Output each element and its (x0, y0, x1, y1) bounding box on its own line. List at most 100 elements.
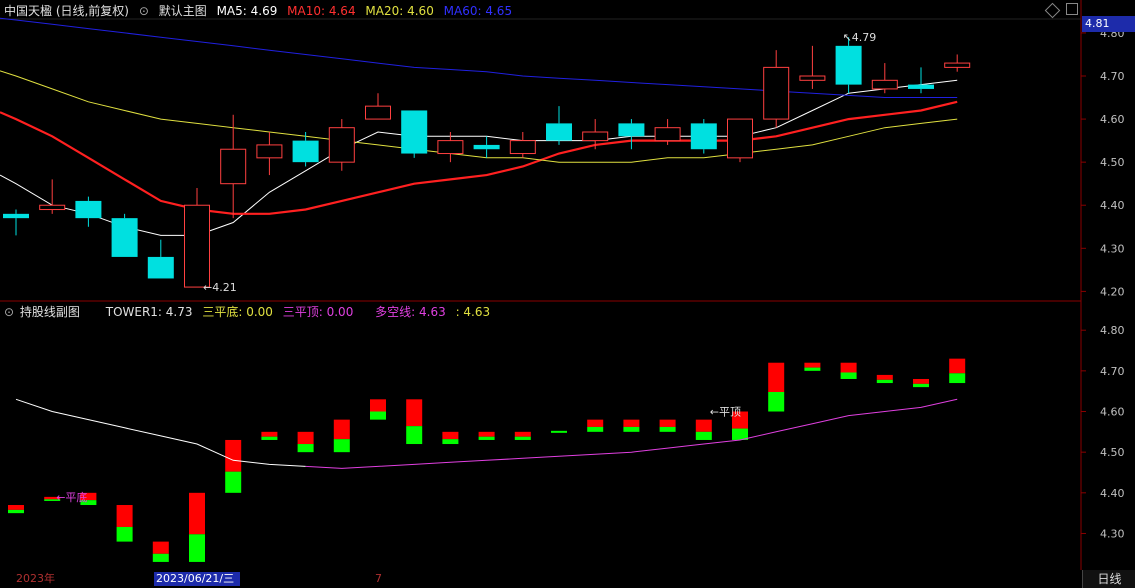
candle-body (727, 118, 753, 159)
y-tick-label: 4.30 (1100, 242, 1125, 255)
pingding-annotation: ←平顶 (710, 406, 741, 419)
tower-bar-lower (116, 526, 133, 542)
tower-bar-upper (876, 374, 893, 380)
chevron-down-icon[interactable]: ⊙ (139, 4, 149, 18)
ma-line-ma10 (0, 100, 958, 215)
ma-line-ma60 (0, 17, 958, 98)
tower-bar-lower (587, 426, 604, 432)
period-tab-daily[interactable]: 日线 (1082, 570, 1135, 588)
pingdi-annotation: ←平底 (56, 490, 87, 504)
tower-bar-lower (225, 471, 242, 493)
ma20-value: MA20: 4.60 (365, 4, 434, 18)
chart-canvas: ↖4.79 ←4.21 ←平顶 ←平底 4.80 4.70 4.60 4.50 4.40 4.… (0, 0, 1125, 588)
tower-bar-upper (804, 362, 821, 368)
last-value: : 4.63 (455, 305, 491, 319)
y-tick-label: 4.80 (1100, 324, 1125, 337)
tower-bar-lower (333, 439, 350, 453)
candle-body (184, 204, 210, 288)
duokongxian-value: 多空线: 4.63 (375, 305, 446, 319)
candle-body (654, 127, 681, 142)
tower-bar-upper (949, 358, 966, 374)
tower-bar-upper (695, 419, 712, 432)
candle-body (147, 256, 174, 279)
tower-bar-lower (478, 436, 495, 440)
candle-body (75, 200, 102, 219)
candle-body (763, 66, 790, 120)
tower-bar-lower (442, 439, 459, 445)
low-price-annotation: ←4.21 (203, 281, 237, 294)
tower-bar (551, 430, 567, 433)
tower-bar-lower (804, 367, 821, 371)
tower-bar-upper (297, 431, 314, 445)
indicator-name[interactable]: 默认主图 (159, 4, 207, 18)
holding-line-subchart[interactable]: ←平顶 ←平底 (8, 358, 966, 562)
ma60-value: MA60: 4.65 (443, 4, 513, 18)
tower-bar-lower (261, 436, 278, 440)
chevron-down-icon[interactable]: ⊙ (4, 305, 14, 319)
candle-body (509, 140, 536, 155)
tower-bar-lower (623, 426, 640, 432)
candle-body (365, 105, 391, 120)
y-tick-label: 4.60 (1100, 113, 1125, 126)
tower-bar-upper (478, 431, 495, 437)
candle-body (39, 204, 66, 211)
candle-body (437, 140, 464, 155)
candle-body (618, 123, 645, 137)
y-tick-label: 4.70 (1100, 365, 1125, 378)
y-tick-label: 4.50 (1100, 446, 1125, 459)
tower-bar-upper (768, 362, 785, 392)
tower-bar-lower (913, 383, 929, 388)
maximize-icon[interactable] (1066, 3, 1078, 15)
candle-body (292, 140, 319, 163)
cursor-date-chip: 2023/06/21/三 (154, 572, 240, 586)
tower-bar-upper (261, 431, 278, 437)
tower-bar-lower (695, 431, 712, 440)
candle-body (546, 123, 572, 141)
sub-y-axis: 4.80 4.70 4.60 4.50 4.40 4.30 (1081, 324, 1125, 540)
y-tick-label: 4.50 (1100, 156, 1125, 169)
candle-body (582, 131, 609, 142)
tower-bar-upper (370, 399, 386, 412)
candle-body (690, 123, 717, 150)
duokong-line (305, 398, 958, 469)
tower-bar-lower (152, 553, 169, 562)
tower-bar-upper (913, 378, 929, 384)
sub-indicator-name[interactable]: 持股线副图 (20, 305, 80, 319)
y-tick-label: 4.40 (1100, 487, 1125, 500)
candle-body (401, 110, 428, 154)
candle-body (111, 218, 138, 257)
sanpingdi-value: 三平底: 0.00 (202, 305, 273, 319)
month-label: 7 (375, 572, 382, 585)
tower-bar-upper (406, 399, 423, 427)
tower-bar-lower (189, 534, 205, 562)
y-tick-label: 4.70 (1100, 70, 1125, 83)
tower-bar-lower (370, 411, 386, 420)
candle-body (835, 45, 862, 85)
tower-bar-lower (406, 426, 423, 445)
sub-header: ⊙ 持股线副图 TOWER1: 4.73 三平底: 0.00 三平顶: 0.00… (4, 302, 496, 322)
high-price-annotation: ↖4.79 (843, 31, 877, 44)
stock-title[interactable]: 中国天楹 (日线,前复权) (4, 4, 129, 18)
y-tick-label: 4.60 (1100, 406, 1125, 419)
tower-bar-upper (152, 541, 169, 554)
tower-bar-upper (333, 419, 350, 440)
candle-body (944, 62, 971, 68)
ma-line-ma5 (0, 79, 958, 236)
year-label: 2023年 (16, 572, 55, 585)
tower-bar-upper (8, 505, 24, 510)
tower-bar-lower (949, 373, 966, 384)
tower-bar-upper (623, 419, 640, 427)
tower-bar-lower (768, 391, 785, 412)
candle-body (871, 79, 898, 90)
candle-body (256, 144, 283, 159)
tower-bar-lower (8, 509, 24, 514)
tower-bar-lower (840, 372, 857, 379)
candle-body (908, 84, 934, 89)
candle-body (473, 144, 500, 150)
candle-body (328, 127, 355, 163)
tower-bar-upper (840, 362, 857, 373)
ma5-value: MA5: 4.69 (216, 4, 278, 18)
tower1-value: TOWER1: 4.73 (105, 305, 193, 319)
tower-bar-upper (659, 419, 676, 427)
main-candlestick-chart[interactable]: ↖4.79 ←4.21 (0, 17, 971, 294)
